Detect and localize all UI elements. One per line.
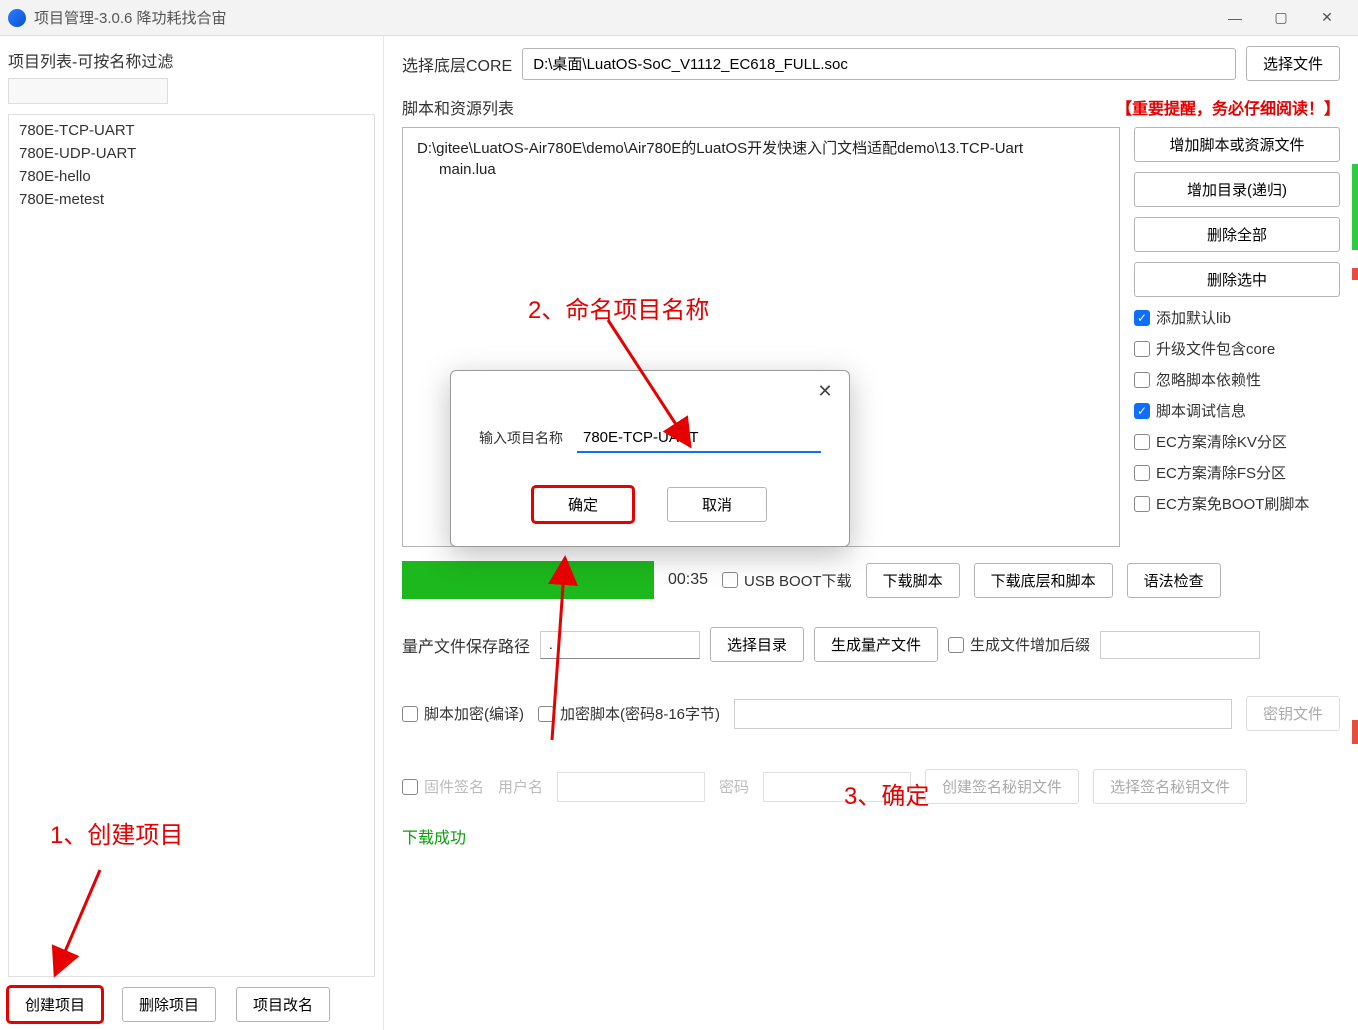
choose-sign-key-button[interactable]: 选择签名秘钥文件 <box>1093 769 1247 804</box>
checkbox-label: 升级文件包含core <box>1156 338 1275 359</box>
ec-clear-fs-checkbox[interactable] <box>1134 465 1150 481</box>
dialog-close-icon[interactable]: ✕ <box>813 379 837 403</box>
name-project-dialog: ✕ 输入项目名称 确定 取消 <box>450 370 850 547</box>
core-label: 选择底层CORE <box>402 52 512 76</box>
ignore-deps-checkbox[interactable] <box>1134 372 1150 388</box>
checkbox-label: 固件签名 <box>424 776 484 797</box>
checkbox-label: 脚本调试信息 <box>1156 400 1246 421</box>
tree-child-node[interactable]: main.lua <box>439 161 1105 178</box>
status-message: 下载成功 <box>402 824 1340 848</box>
checkbox-label: 加密脚本(密码8-16字节) <box>560 703 720 724</box>
create-sign-key-button[interactable]: 创建签名秘钥文件 <box>925 769 1079 804</box>
window-title: 项目管理-3.0.6 降功耗找合宙 <box>34 7 1212 28</box>
add-dir-button[interactable]: 增加目录(递归) <box>1134 172 1340 207</box>
checkbox-label: USB BOOT下载 <box>744 570 852 591</box>
add-script-button[interactable]: 增加脚本或资源文件 <box>1134 127 1340 162</box>
suffix-checkbox[interactable] <box>948 637 964 653</box>
firmware-sign-checkbox[interactable] <box>402 779 418 795</box>
checkbox-label: 生成文件增加后缀 <box>970 634 1090 655</box>
choose-dir-button[interactable]: 选择目录 <box>710 627 804 662</box>
core-path-input[interactable] <box>522 48 1236 80</box>
progress-bar <box>402 561 654 599</box>
annotation-3: 3、确定 <box>844 776 929 811</box>
project-filter-input[interactable] <box>8 78 168 104</box>
right-edge-strip <box>1352 720 1358 744</box>
debug-info-checkbox[interactable] <box>1134 403 1150 419</box>
app-icon <box>8 9 26 27</box>
encrypt-password-input[interactable] <box>734 699 1232 729</box>
massprod-path-input[interactable] <box>540 631 700 659</box>
sign-username-input[interactable] <box>557 772 705 802</box>
encrypt-pwd-checkbox[interactable] <box>538 706 554 722</box>
dialog-label: 输入项目名称 <box>479 428 563 448</box>
sidebar: 项目列表-可按名称过滤 780E-TCP-UART 780E-UDP-UART … <box>0 36 384 1030</box>
maximize-button[interactable]: ▢ <box>1258 3 1304 33</box>
titlebar: 项目管理-3.0.6 降功耗找合宙 — ▢ ✕ <box>0 0 1358 36</box>
massprod-label: 量产文件保存路径 <box>402 633 530 657</box>
syntax-check-button[interactable]: 语法检查 <box>1127 563 1221 598</box>
gen-massprod-button[interactable]: 生成量产文件 <box>814 627 938 662</box>
right-controls: 增加脚本或资源文件 增加目录(递归) 删除全部 删除选中 添加默认lib 升级文… <box>1134 127 1340 547</box>
password-label: 密码 <box>719 776 749 797</box>
elapsed-time: 00:35 <box>668 571 708 589</box>
project-item[interactable]: 780E-UDP-UART <box>9 142 374 165</box>
project-item[interactable]: 780E-hello <box>9 165 374 188</box>
download-core-script-button[interactable]: 下载底层和脚本 <box>974 563 1113 598</box>
upgrade-include-core-checkbox[interactable] <box>1134 341 1150 357</box>
ec-noboot-checkbox[interactable] <box>1134 496 1150 512</box>
annotation-1: 1、创建项目 <box>50 815 183 850</box>
username-label: 用户名 <box>498 776 543 797</box>
project-item[interactable]: 780E-TCP-UART <box>9 119 374 142</box>
checkbox-label: EC方案免BOOT刷脚本 <box>1156 493 1309 514</box>
create-project-button[interactable]: 创建项目 <box>8 987 102 1022</box>
checkbox-label: 添加默认lib <box>1156 307 1231 328</box>
minimize-button[interactable]: — <box>1212 3 1258 33</box>
choose-core-button[interactable]: 选择文件 <box>1246 46 1340 81</box>
checkbox-label: 脚本加密(编译) <box>424 703 524 724</box>
important-warning[interactable]: 【重要提醒，务必仔细阅读！】 <box>1116 95 1340 119</box>
dialog-cancel-button[interactable]: 取消 <box>667 487 767 522</box>
delete-all-button[interactable]: 删除全部 <box>1134 217 1340 252</box>
checkbox-label: 忽略脚本依赖性 <box>1156 369 1261 390</box>
checkbox-label: EC方案清除KV分区 <box>1156 431 1287 452</box>
dialog-ok-button[interactable]: 确定 <box>533 487 633 522</box>
project-list-title: 项目列表-可按名称过滤 <box>8 48 375 72</box>
scripts-header: 脚本和资源列表 <box>402 95 514 119</box>
delete-selected-button[interactable]: 删除选中 <box>1134 262 1340 297</box>
keyfile-button[interactable]: 密钥文件 <box>1246 696 1340 731</box>
right-edge-strip <box>1352 268 1358 280</box>
suffix-input[interactable] <box>1100 631 1260 659</box>
add-default-lib-checkbox[interactable] <box>1134 310 1150 326</box>
tree-root-node[interactable]: D:\gitee\LuatOS-Air780E\demo\Air780E的Lua… <box>417 138 1105 161</box>
checkbox-label: EC方案清除FS分区 <box>1156 462 1286 483</box>
script-encrypt-checkbox[interactable] <box>402 706 418 722</box>
project-name-input[interactable] <box>577 423 821 453</box>
rename-project-button[interactable]: 项目改名 <box>236 987 330 1022</box>
project-item[interactable]: 780E-metest <box>9 188 374 211</box>
download-script-button[interactable]: 下载脚本 <box>866 563 960 598</box>
delete-project-button[interactable]: 删除项目 <box>122 987 216 1022</box>
right-edge-strip <box>1352 164 1358 250</box>
close-button[interactable]: ✕ <box>1304 3 1350 33</box>
ec-clear-kv-checkbox[interactable] <box>1134 434 1150 450</box>
annotation-2: 2、命名项目名称 <box>528 290 709 325</box>
usb-boot-checkbox[interactable] <box>722 572 738 588</box>
